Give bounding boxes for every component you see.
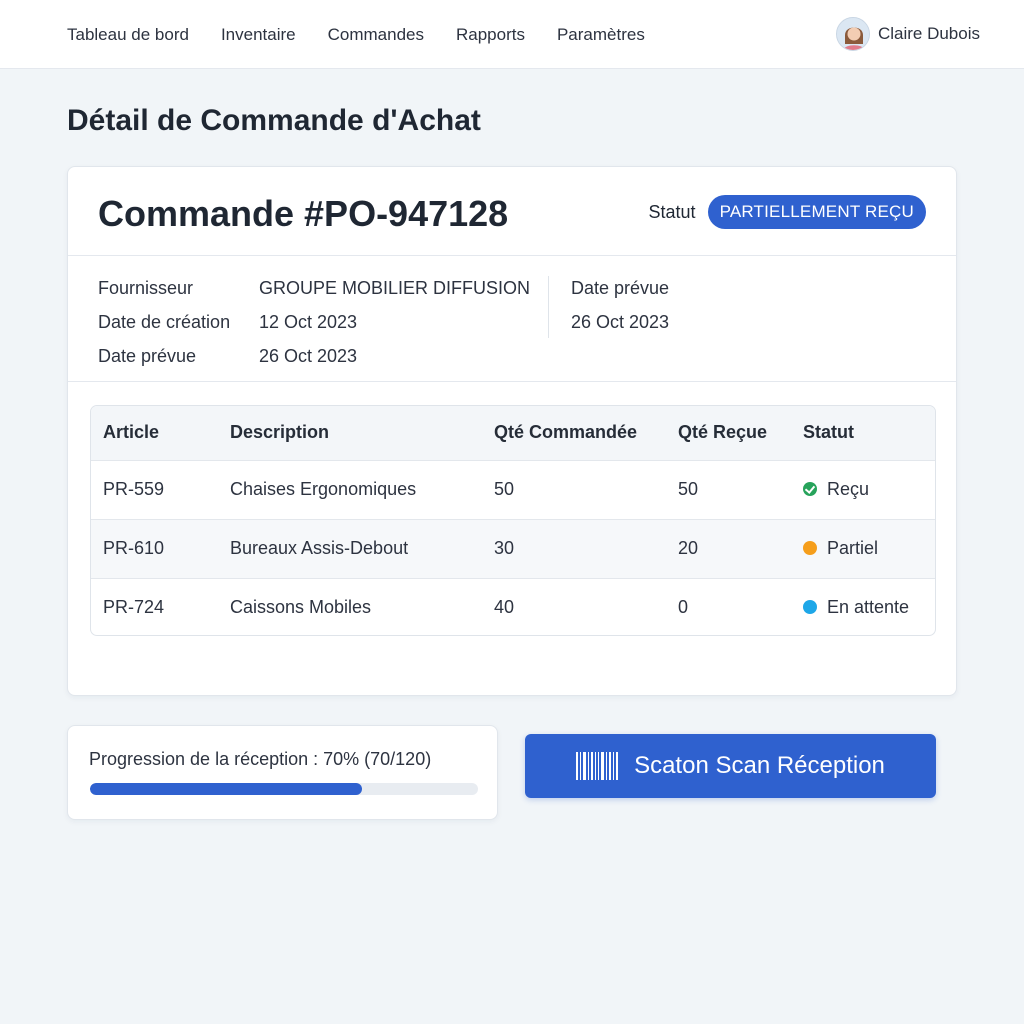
- progress-text: Progression de la réception : 70% (70/12…: [89, 749, 432, 769]
- cell-qty-received: 0: [678, 597, 689, 618]
- meta-label: Date de création: [98, 312, 231, 332]
- meta-right-label: Date prévue: [571, 278, 670, 298]
- column-header-status[interactable]: Statut: [791, 406, 935, 460]
- items-table: Article Description Qté Commandée Qté Re…: [90, 405, 936, 636]
- cell-description: Caissons Mobiles: [230, 597, 372, 618]
- cell-qty-ordered: 50: [494, 479, 515, 499]
- nav-item-tableau-de-bord[interactable]: Tableau de bord: [67, 25, 189, 45]
- progress-bar-fill: [90, 783, 362, 795]
- cell-qty-received: 50: [678, 479, 699, 499]
- status-text: Reçu: [827, 479, 870, 499]
- cell-description: Bureaux Assis-Debout: [230, 538, 409, 558]
- meta-value: GROUPE MOBILIER DIFFUSION: [259, 278, 531, 298]
- meta-label: Date prévue: [98, 346, 197, 366]
- avatar: [835, 17, 870, 51]
- order-card: Commande #PO-947128 Statut PARTIELLEMENT…: [67, 166, 957, 696]
- page-title: Détail de Commande d'Achat: [67, 104, 481, 137]
- column-header-qty-ordered[interactable]: Qté Commandée: [482, 406, 666, 460]
- table-row[interactable]: PR-610 Bureaux Assis-Debout 30 20 Partie…: [91, 519, 935, 578]
- status-dot-icon: [803, 600, 817, 615]
- meta-value: 12 Oct 2023: [259, 312, 358, 332]
- nav-item-commandes[interactable]: Commandes: [328, 25, 424, 45]
- status-text: En attente: [827, 597, 910, 618]
- table-header-row: Article Description Qté Commandée Qté Re…: [91, 406, 935, 460]
- cell-description: Chaises Ergonomiques: [230, 479, 417, 499]
- nav-item-parametres[interactable]: Paramètres: [557, 25, 645, 45]
- status-badge: PARTIELLEMENT REÇU: [707, 195, 926, 229]
- cell-status: Reçu: [791, 460, 935, 519]
- cell-qty-received: 20: [678, 538, 699, 558]
- order-id: Commande #PO-947128: [98, 193, 509, 234]
- order-status: Statut PARTIELLEMENT REÇU: [649, 195, 926, 229]
- meta-divider: [548, 276, 549, 338]
- column-header-article[interactable]: Article: [91, 406, 218, 460]
- cell-qty-ordered: 40: [494, 597, 515, 618]
- main-nav: Tableau de bord Inventaire Commandes Rap…: [67, 0, 677, 69]
- user-avatar-icon: [836, 18, 869, 50]
- meta-label: Fournisseur: [98, 278, 194, 298]
- cell-qty-ordered: 30: [494, 538, 515, 558]
- order-meta: Fournisseur GROUPE MOBILIER DIFFUSION Da…: [68, 256, 956, 382]
- scan-reception-button[interactable]: Scaton Scan Réception: [525, 734, 936, 798]
- table-row[interactable]: PR-559 Chaises Ergonomiques 50 50 Reçu: [91, 460, 935, 519]
- progress-bar: [90, 783, 478, 795]
- scan-button-label: Scaton Scan Réception: [634, 752, 885, 779]
- nav-item-inventaire[interactable]: Inventaire: [221, 25, 296, 45]
- meta-right-value: 26 Oct 2023: [571, 312, 670, 332]
- cell-status: Partiel: [791, 519, 935, 578]
- user-name: Claire Dubois: [877, 24, 980, 43]
- status-text: Partiel: [827, 538, 879, 558]
- meta-value: 26 Oct 2023: [259, 346, 358, 366]
- table-row[interactable]: PR-724 Caissons Mobiles 40 0 En attente: [91, 578, 935, 635]
- status-label: Statut: [648, 201, 696, 222]
- top-navbar: Tableau de bord Inventaire Commandes Rap…: [0, 0, 1024, 69]
- reception-progress-card: Progression de la réception : 70% (70/12…: [67, 725, 498, 820]
- status-dot-icon: [803, 541, 817, 555]
- column-header-qty-received[interactable]: Qté Reçue: [666, 406, 791, 460]
- cell-article: PR-610: [103, 538, 165, 558]
- column-header-description[interactable]: Description: [218, 406, 482, 460]
- order-header: Commande #PO-947128 Statut PARTIELLEMENT…: [68, 167, 956, 256]
- cell-status: En attente: [791, 578, 935, 635]
- nav-item-rapports[interactable]: Rapports: [456, 25, 525, 45]
- cell-article: PR-724: [103, 597, 165, 618]
- user-menu[interactable]: Claire Dubois: [835, 17, 980, 51]
- barcode-icon: [576, 752, 620, 780]
- check-circle-icon: [803, 482, 817, 496]
- cell-article: PR-559: [103, 479, 165, 499]
